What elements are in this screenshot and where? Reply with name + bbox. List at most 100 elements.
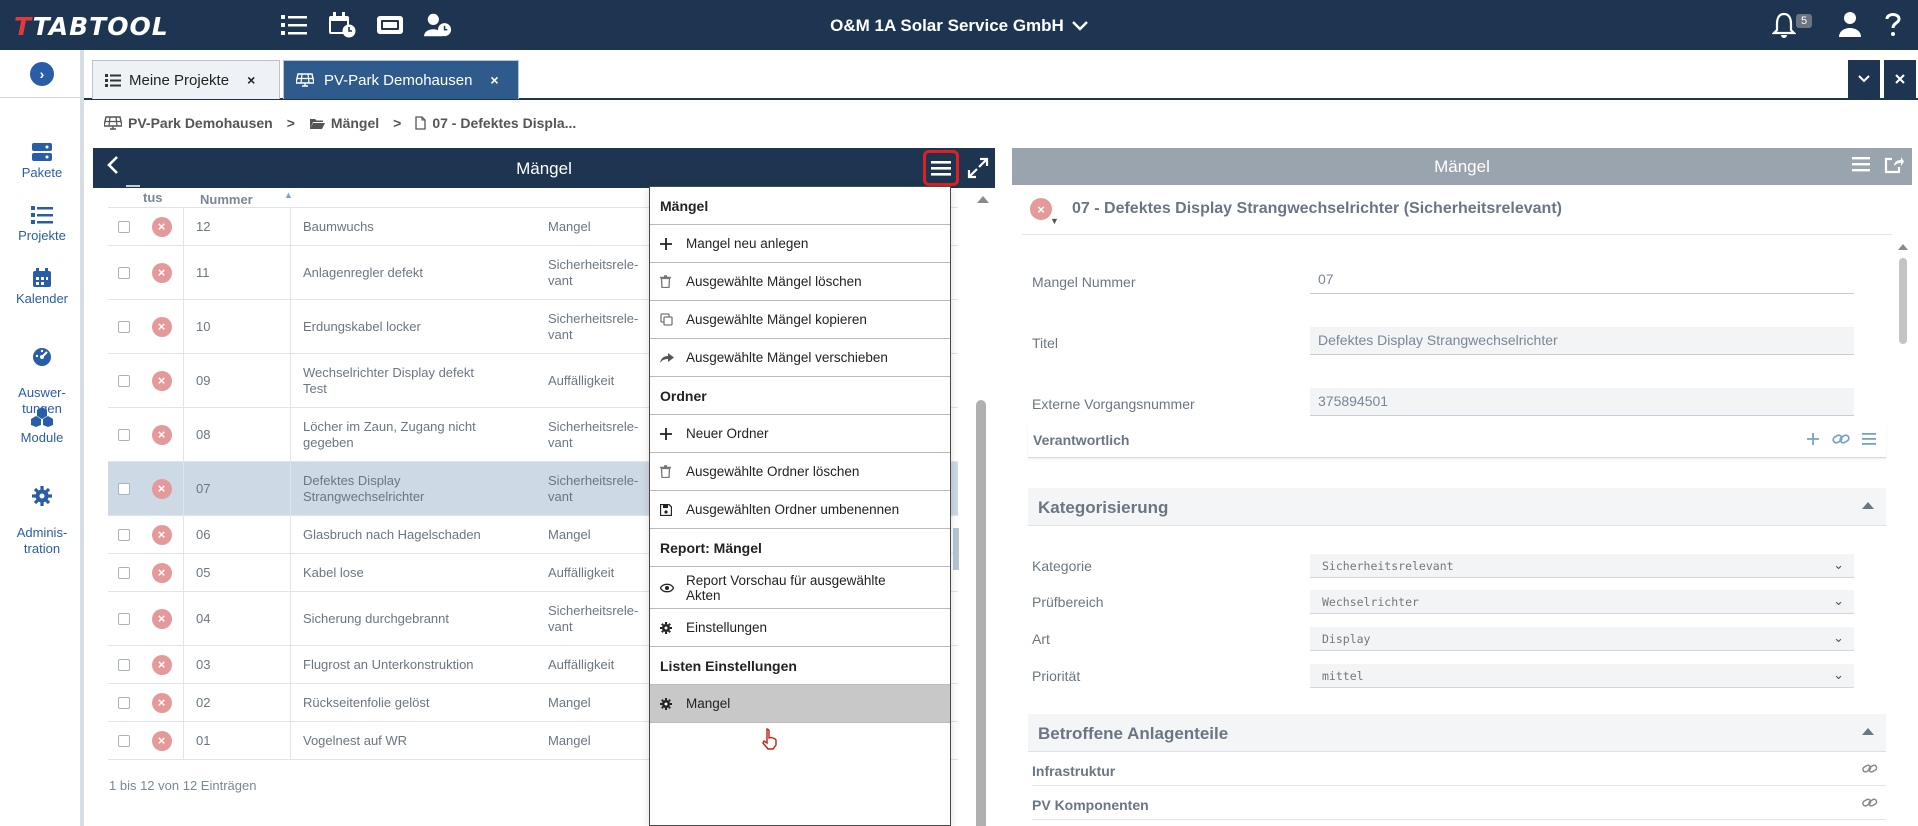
status-x-icon[interactable]: × <box>151 478 172 499</box>
menu-item[interactable]: Report Vorschau für ausgewählte Akten <box>650 567 950 609</box>
anlagenteile-section[interactable]: Betroffene Anlagenteile <box>1028 714 1886 752</box>
row-kategorie: Mangel <box>548 722 658 759</box>
menu-item[interactable]: Neuer Ordner <box>650 415 950 453</box>
scrollbar-thumb[interactable] <box>1899 258 1907 344</box>
row-checkbox[interactable] <box>118 734 130 747</box>
header-checkbox[interactable] <box>126 185 140 187</box>
link-icon[interactable] <box>1862 763 1878 778</box>
prioritaet-select[interactable]: mittel ⌄ <box>1310 664 1854 688</box>
status-x-icon[interactable]: × <box>151 216 172 237</box>
status-x-icon[interactable]: × <box>151 692 172 713</box>
row-checkbox-cell <box>108 462 140 515</box>
row-kategorie-text: Auffälligkeit <box>548 656 615 672</box>
expand-button[interactable] <box>967 157 989 182</box>
row-checkbox[interactable] <box>118 266 130 279</box>
row-kategorie-text: Mangel <box>548 732 591 748</box>
row-title: Anlagenregler defekt <box>303 246 528 299</box>
caret-up-icon <box>1862 728 1874 735</box>
menu-item[interactable]: Ausgewählten Ordner umbenennen <box>650 491 950 529</box>
menu-item[interactable]: Einstellungen <box>650 609 950 647</box>
row-checkbox[interactable] <box>118 658 130 671</box>
menu-item[interactable]: Mangel neu anlegen <box>650 225 950 263</box>
status-x-icon[interactable]: × <box>151 562 172 583</box>
hamburger-icon[interactable] <box>1852 156 1870 177</box>
titel-field[interactable]: Defektes Display Strangwechselrichter <box>1310 327 1854 355</box>
row-checkbox[interactable] <box>118 374 130 387</box>
row-number-text: 04 <box>196 611 211 626</box>
breadcrumb-item-project[interactable]: PV-Park Demohausen <box>128 115 273 131</box>
scroll-up-arrow[interactable] <box>977 196 989 203</box>
menu-item[interactable]: Mangel <box>650 685 950 723</box>
link-icon[interactable] <box>1832 432 1850 450</box>
detail-scrollbar[interactable] <box>1896 244 1910 824</box>
row-checkbox[interactable] <box>118 696 130 709</box>
menu-item-label: Mangel neu anlegen <box>686 236 809 251</box>
tab-meine-projekte[interactable]: Meine Projekte × <box>92 60 280 99</box>
status-x-icon: × <box>1030 198 1052 220</box>
record-header: × ▼ 07 - Defektes Display Strangwechselr… <box>1030 198 1562 226</box>
rail-item-projekte[interactable]: Projekte <box>0 205 84 244</box>
plus-icon <box>660 427 680 440</box>
status-x-icon[interactable]: × <box>151 524 172 545</box>
tabs-dropdown-button[interactable] <box>1848 60 1880 98</box>
row-checkbox[interactable] <box>118 612 130 625</box>
kategorie-select[interactable]: Sicherheitsrelevant ⌄ <box>1310 554 1854 578</box>
scroll-up-arrow[interactable] <box>1898 244 1908 250</box>
rail-item-pakete[interactable]: Pakete <box>0 142 84 181</box>
link-icon[interactable] <box>1862 797 1878 812</box>
art-select[interactable]: Display ⌄ <box>1310 627 1854 651</box>
status-x-icon[interactable]: × <box>151 262 172 283</box>
list-icon <box>31 206 53 224</box>
kategorisierung-section[interactable]: Kategorisierung <box>1028 488 1886 526</box>
row-title: Erdungskabel locker <box>303 300 528 353</box>
status-x-icon[interactable]: × <box>151 316 172 337</box>
status-x-icon[interactable]: × <box>151 730 172 751</box>
list-menu-button[interactable] <box>923 150 959 186</box>
row-checkbox[interactable] <box>118 428 130 441</box>
tab-close-button[interactable]: × <box>247 72 255 88</box>
notifications-button[interactable]: 5 <box>1771 12 1816 40</box>
plus-icon[interactable] <box>1806 432 1820 450</box>
share-out-icon[interactable] <box>1884 156 1904 177</box>
menu-item[interactable]: Ausgewählte Mängel verschieben <box>650 339 950 377</box>
list-scrollbar[interactable] <box>973 188 989 826</box>
user-icon[interactable] <box>1838 11 1862 40</box>
rail-item-administration[interactable]: Adminis- tration <box>0 470 84 557</box>
breadcrumb-item-record[interactable]: 07 - Defektes Displa... <box>432 115 576 131</box>
row-checkbox[interactable] <box>118 528 130 541</box>
row-number: 12 <box>196 208 291 245</box>
menu-item[interactable]: Ausgewählte Ordner löschen <box>650 453 950 491</box>
rail-item-auswertungen[interactable]: Auswer- tungen <box>0 330 84 417</box>
rail-toggle[interactable]: › <box>0 50 84 98</box>
scrollbar-thumb[interactable] <box>976 400 986 826</box>
externe-vorgangsnummer-field[interactable]: 375894501 <box>1310 388 1854 416</box>
solar-panel-icon <box>296 73 314 87</box>
breadcrumb-item-folder[interactable]: Mängel <box>331 115 379 131</box>
help-icon[interactable] <box>1884 11 1902 40</box>
pruefbereich-select[interactable]: Wechselrichter ⌄ <box>1310 590 1854 614</box>
row-checkbox[interactable] <box>118 320 130 333</box>
column-status[interactable]: tus <box>143 190 163 205</box>
bell-icon <box>1771 12 1797 38</box>
status-x-icon[interactable]: × <box>151 654 172 675</box>
company-switcher[interactable]: O&M 1A Solar Service GmbH <box>0 16 1918 36</box>
row-status-cell: × <box>140 300 184 353</box>
tab-pv-park[interactable]: PV-Park Demohausen × <box>283 60 519 99</box>
hamburger-icon[interactable] <box>1862 432 1876 450</box>
row-checkbox[interactable] <box>118 220 130 233</box>
status-x-icon[interactable]: × <box>151 424 172 445</box>
close-all-tabs-button[interactable] <box>1884 60 1916 98</box>
rail-item-module[interactable]: Module <box>0 407 84 446</box>
menu-item[interactable]: Ausgewählte Mängel kopieren <box>650 301 950 339</box>
tab-close-button[interactable]: × <box>490 72 498 88</box>
status-x-icon[interactable]: × <box>151 370 172 391</box>
row-checkbox[interactable] <box>118 566 130 579</box>
status-dropdown[interactable]: × ▼ <box>1030 198 1059 226</box>
row-checkbox[interactable] <box>118 482 130 495</box>
status-x-icon[interactable]: × <box>151 608 172 629</box>
rail-item-kalender[interactable]: Kalender <box>0 268 84 307</box>
menu-item[interactable]: Ausgewählte Mängel löschen <box>650 263 950 301</box>
column-nummer[interactable]: Nummer <box>200 192 253 207</box>
row-kategorie-text: Sicherheitsrele- vant <box>548 418 639 450</box>
mangel-nummer-field[interactable]: 07 <box>1310 266 1854 294</box>
